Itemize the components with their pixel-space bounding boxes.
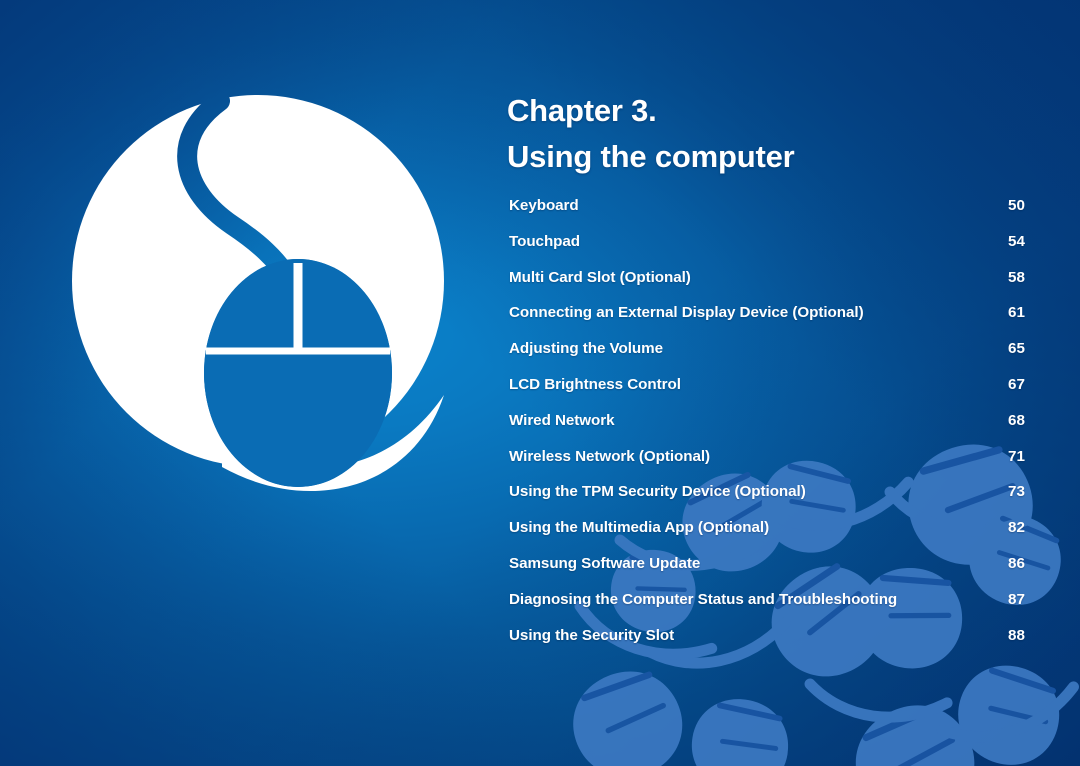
toc-entry-label: Wired Network bbox=[509, 411, 615, 429]
toc-entry-page: 50 bbox=[1008, 197, 1025, 214]
toc-entry[interactable]: Diagnosing the Computer Status and Troub… bbox=[507, 591, 1067, 627]
toc-entry-label: Keyboard bbox=[509, 197, 579, 214]
toc-entry[interactable]: Using the TPM Security Device (Optional)… bbox=[507, 483, 1067, 519]
toc-entry[interactable]: Adjusting the Volume 65 bbox=[507, 340, 1067, 376]
toc-entry-page: 65 bbox=[1008, 340, 1025, 358]
toc-entry[interactable]: Multi Card Slot (Optional) 58 bbox=[507, 269, 1067, 305]
toc-entry[interactable]: Using the Security Slot 88 bbox=[507, 627, 1067, 663]
toc-entry-page: 68 bbox=[1008, 411, 1025, 429]
toc-entry-label: Using the Security Slot bbox=[509, 626, 675, 644]
toc-entry-page: 58 bbox=[1008, 268, 1025, 286]
toc-entry[interactable]: Touchpad 54 bbox=[507, 233, 1067, 269]
toc-entry-label: Adjusting the Volume bbox=[509, 340, 663, 358]
toc-entry-page: 67 bbox=[1008, 375, 1025, 393]
toc-entry[interactable]: Wired Network 68 bbox=[507, 412, 1067, 448]
toc-entry[interactable]: Using the Multimedia App (Optional) 82 bbox=[507, 519, 1067, 555]
toc-entry-label: Wireless Network (Optional) bbox=[509, 447, 711, 465]
chapter-number-line: Chapter 3. bbox=[507, 93, 657, 128]
toc-entry-label: Samsung Software Update bbox=[509, 554, 701, 572]
page-title: Chapter 3. Using the computer bbox=[507, 88, 1027, 180]
toc-entry[interactable]: Wireless Network (Optional) 71 bbox=[507, 448, 1067, 484]
toc-entry-page: 61 bbox=[1008, 304, 1025, 322]
toc-entry-page: 54 bbox=[1008, 232, 1025, 250]
table-of-contents: Keyboard 50 Touchpad 54 Multi Card Slot … bbox=[507, 197, 1067, 662]
toc-entry[interactable]: LCD Brightness Control 67 bbox=[507, 376, 1067, 412]
toc-entry-page: 71 bbox=[1008, 447, 1025, 465]
toc-entry-label: Touchpad bbox=[509, 232, 581, 250]
toc-entry-label: Diagnosing the Computer Status and Troub… bbox=[509, 590, 898, 608]
toc-entry-page: 88 bbox=[1008, 626, 1025, 644]
toc-entry[interactable]: Samsung Software Update 86 bbox=[507, 555, 1067, 591]
toc-entry-label: Using the TPM Security Device (Optional) bbox=[509, 483, 806, 501]
toc-entry-label: Connecting an External Display Device (O… bbox=[509, 304, 864, 322]
toc-entry-label: LCD Brightness Control bbox=[509, 375, 681, 393]
toc-entry-label: Multi Card Slot (Optional) bbox=[509, 268, 691, 286]
toc-entry-page: 82 bbox=[1008, 519, 1025, 537]
toc-entry-page: 86 bbox=[1008, 554, 1025, 572]
toc-entry-page: 73 bbox=[1008, 483, 1025, 501]
toc-entry-label: Using the Multimedia App (Optional) bbox=[509, 519, 770, 537]
toc-entry[interactable]: Keyboard 50 bbox=[507, 197, 1067, 233]
toc-entry[interactable]: Connecting an External Display Device (O… bbox=[507, 304, 1067, 340]
chapter-cover-page: Chapter 3. Using the computer Keyboard 5… bbox=[0, 0, 1080, 766]
toc-entry-page: 87 bbox=[1008, 590, 1025, 608]
chapter-name-line: Using the computer bbox=[507, 139, 795, 174]
